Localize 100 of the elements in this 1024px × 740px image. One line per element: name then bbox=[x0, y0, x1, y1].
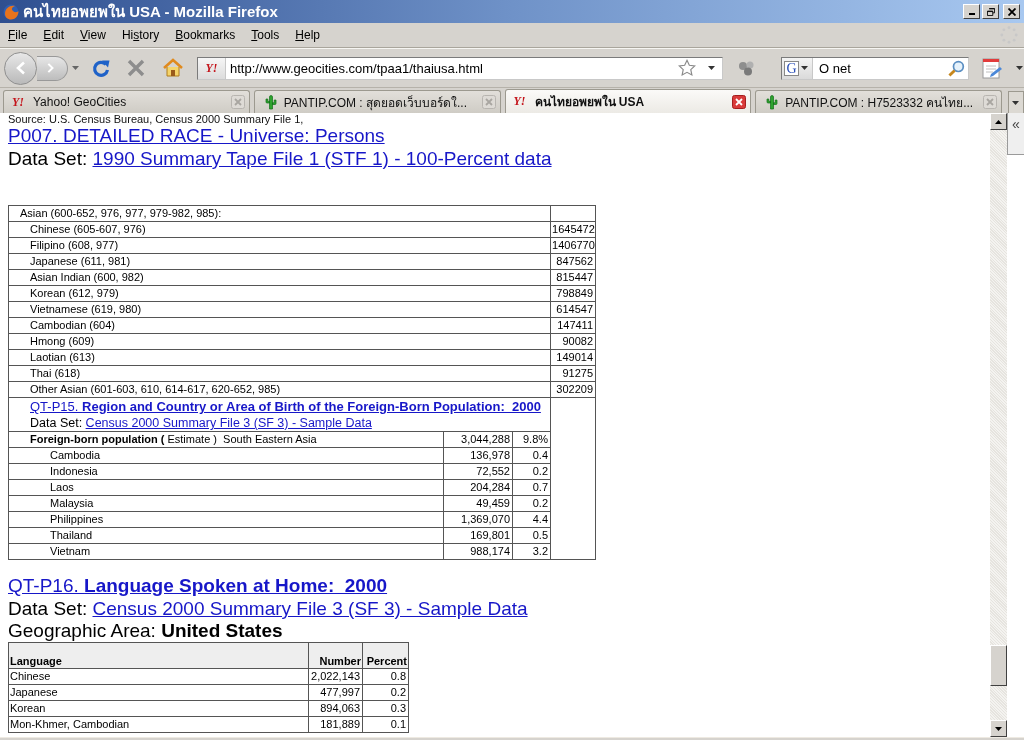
dataset-link[interactable]: Census 2000 Summary File 3 (SF 3) - Sample Data bbox=[92, 598, 528, 619]
dataset-label: Data Set: bbox=[8, 148, 88, 169]
scrollbar-thumb[interactable] bbox=[990, 645, 1007, 686]
table-cell: 894,063 bbox=[308, 700, 363, 717]
vertical-scrollbar[interactable] bbox=[990, 113, 1007, 737]
caret-icon bbox=[801, 66, 808, 70]
dataset-label: Data Set: bbox=[30, 416, 83, 430]
dataset-label: Data Set: bbox=[8, 598, 88, 619]
close-icon bbox=[1007, 7, 1016, 16]
search-icon[interactable] bbox=[948, 59, 965, 77]
tab[interactable]: Y! คนไทยอพยพใน USA bbox=[504, 89, 752, 113]
globe-icon bbox=[3, 3, 19, 20]
table-cell: 988,174 bbox=[443, 543, 513, 560]
table-cell: 798849 bbox=[550, 285, 596, 302]
table-cell: 204,284 bbox=[443, 479, 513, 496]
column-header: Number bbox=[308, 642, 363, 669]
table-cell: 1406770 bbox=[550, 237, 596, 254]
column-header: Language bbox=[8, 642, 309, 669]
menu-item[interactable]: Tools bbox=[243, 25, 288, 45]
table-cell: Malaysia bbox=[8, 495, 444, 512]
table-cell: Japanese bbox=[8, 684, 309, 701]
table-cell: 169,801 bbox=[443, 527, 513, 544]
table-cell: Korean (612, 979) bbox=[8, 285, 551, 302]
tab[interactable]: PANTIP.COM : H7523332 คนไทย... bbox=[755, 90, 1002, 113]
table-cell: 90082 bbox=[550, 333, 596, 350]
chevron-left-icon bbox=[14, 61, 27, 75]
table-title-link[interactable]: P007. DETAILED RACE - Universe: Persons bbox=[8, 125, 385, 146]
table-cell: 3,044,288 bbox=[443, 431, 513, 448]
dataset-link[interactable]: 1990 Summary Tape File 1 (STF 1) - 100-Percent data bbox=[92, 148, 552, 169]
menu-item[interactable]: View bbox=[72, 25, 114, 45]
table-cell: Vietnamese (619, 980) bbox=[8, 301, 551, 318]
scroll-up-button[interactable] bbox=[990, 113, 1007, 130]
search-engine-button[interactable]: G bbox=[782, 57, 813, 79]
table-title-link[interactable]: QT-P15. Region and Country or Area of Birth of the Foreign-Born Population: 2000 bbox=[30, 399, 541, 414]
notepad-icon[interactable] bbox=[981, 57, 1003, 79]
table-cell: 1645472 bbox=[550, 221, 596, 238]
table-cell: 49,459 bbox=[443, 495, 513, 512]
table-cell: 72,552 bbox=[443, 463, 513, 480]
table-cell: Philippines bbox=[8, 511, 444, 528]
table-cell: 0.2 bbox=[362, 684, 409, 701]
table-cell: 1,369,070 bbox=[443, 511, 513, 528]
tab[interactable]: Y! Yahoo! GeoCities bbox=[3, 90, 250, 113]
table-cell: Japanese (611, 981) bbox=[8, 253, 551, 270]
menu-item[interactable]: Help bbox=[287, 25, 328, 45]
dataset-link[interactable]: Census 2000 Summary File 3 (SF 3) - Sample Data bbox=[85, 416, 372, 430]
table-cell: Cambodia bbox=[8, 447, 444, 464]
minimize-button[interactable] bbox=[963, 4, 980, 19]
reload-icon[interactable] bbox=[91, 58, 111, 78]
table-cell: 181,889 bbox=[308, 716, 363, 733]
table-cell: Vietnam bbox=[8, 543, 444, 560]
site-logo: Y! bbox=[513, 94, 527, 109]
table-cell: 147411 bbox=[550, 317, 596, 334]
scroll-down-button[interactable] bbox=[990, 720, 1007, 737]
table-cell: 91275 bbox=[550, 365, 596, 382]
minimize-icon bbox=[968, 13, 975, 15]
circles-icon[interactable] bbox=[738, 60, 756, 76]
stop-icon[interactable] bbox=[127, 59, 145, 77]
source-note: Source: U.S. Census Bureau, Census 2000 Summary File 1, bbox=[8, 113, 305, 125]
tab-list-button[interactable] bbox=[1008, 91, 1024, 113]
menu-item[interactable]: Bookmarks bbox=[167, 25, 244, 45]
caret-icon[interactable] bbox=[708, 66, 715, 70]
caret-icon[interactable] bbox=[1016, 66, 1023, 70]
url-field[interactable]: Y! http://www.geocities.com/tpaa1/thaiusa.html bbox=[197, 56, 723, 80]
table-cell: 614547 bbox=[550, 301, 596, 318]
sidebar-toggle[interactable]: « bbox=[1007, 113, 1024, 155]
table-cell: 815447 bbox=[550, 269, 596, 286]
menu-item[interactable]: File bbox=[0, 25, 36, 45]
home-icon[interactable] bbox=[163, 58, 183, 78]
table-cell: 2,022,143 bbox=[308, 668, 363, 685]
window-title: คนไทยอพยพใน USA - Mozilla Firefox bbox=[23, 1, 278, 22]
table-cell: Indonesia bbox=[8, 463, 444, 480]
star-icon[interactable] bbox=[678, 59, 696, 77]
caret-icon bbox=[1012, 100, 1020, 105]
restore-icon bbox=[986, 7, 995, 16]
close-button[interactable] bbox=[1003, 4, 1020, 19]
back-button[interactable] bbox=[4, 51, 37, 85]
restore-button[interactable] bbox=[982, 4, 999, 19]
tab[interactable]: PANTIP.COM : สุดยอดเว็บบอร์ดใ... bbox=[253, 90, 501, 113]
close-icon[interactable] bbox=[732, 94, 747, 109]
triangle-down-icon bbox=[995, 726, 1002, 731]
menu-item[interactable]: History bbox=[113, 25, 168, 45]
table-cell: Chinese (605-607, 976) bbox=[8, 221, 551, 238]
triangle-up-icon bbox=[995, 119, 1002, 124]
forward-button[interactable] bbox=[37, 55, 68, 81]
table-cell: Korean bbox=[8, 700, 309, 717]
table-cell: Cambodian (604) bbox=[8, 317, 551, 334]
table-title-link[interactable]: QT-P16. Language Spoken at Home: 2000 bbox=[8, 575, 388, 596]
search-field[interactable]: G O net bbox=[781, 56, 969, 80]
table-cell: Foreign-born population ( Estimate ) South Eastern Asia bbox=[8, 431, 444, 448]
table-cell: 0.3 bbox=[362, 700, 409, 717]
chevron-right-icon bbox=[45, 62, 55, 74]
table-cell: 847562 bbox=[550, 253, 596, 270]
site-identity-button[interactable]: Y! bbox=[198, 57, 226, 79]
menu-item[interactable]: Edit bbox=[35, 25, 73, 45]
table-cell: Thai (618) bbox=[8, 365, 551, 382]
table-cell: 477,997 bbox=[308, 684, 363, 701]
cactus-icon bbox=[262, 94, 279, 110]
cactus-icon bbox=[764, 94, 781, 110]
table-cell: Mon-Khmer, Cambodian bbox=[8, 716, 309, 733]
geographic-area: Geographic Area: United States bbox=[8, 620, 283, 641]
